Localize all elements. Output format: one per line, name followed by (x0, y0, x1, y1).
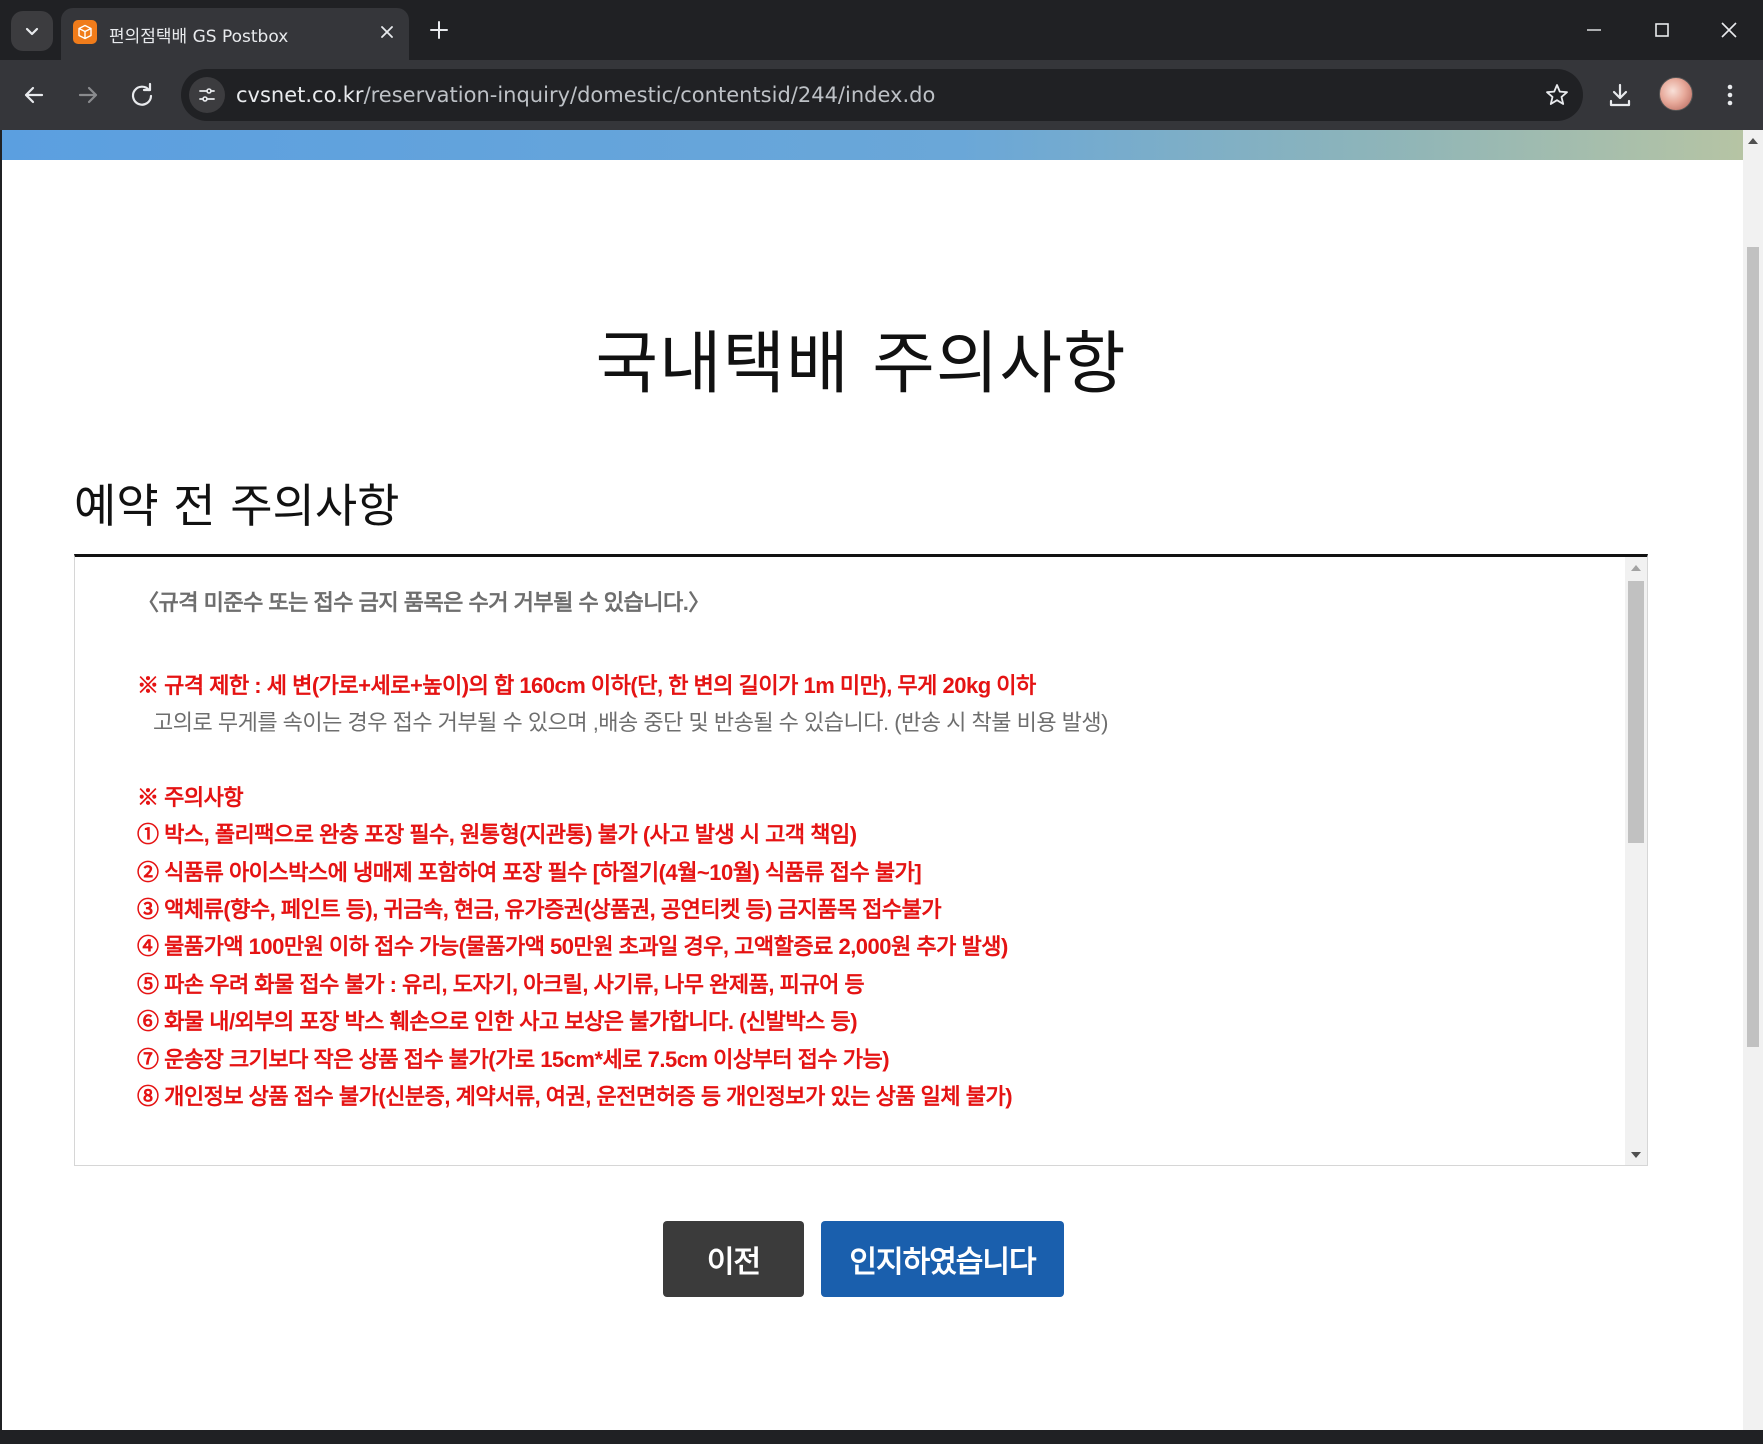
scroll-up-arrow-icon[interactable] (1631, 565, 1641, 571)
notice-scrollbar[interactable] (1625, 557, 1647, 1165)
page-scrollbar-thumb[interactable] (1747, 247, 1759, 1047)
minimize-icon (1587, 29, 1601, 31)
maximize-icon (1655, 23, 1669, 37)
notice-scroll-box[interactable]: 〈규격 미준수 또는 접수 금지 품목은 수거 거부될 수 있습니다.〉 ※ 규… (74, 554, 1648, 1166)
site-info-button[interactable] (189, 77, 225, 113)
kebab-menu-icon (1727, 84, 1733, 106)
downloads-button[interactable] (1602, 77, 1638, 113)
profile-avatar[interactable] (1659, 77, 1693, 111)
caution-item: ⑦ 운송장 크기보다 작은 상품 접수 불가(가로 15cm*세로 7.5cm … (137, 1047, 890, 1072)
acknowledge-button[interactable]: 인지하였습니다 (821, 1221, 1064, 1297)
caution-item: ⑤ 파손 우려 화물 접수 불가 : 유리, 도자기, 아크릴, 사기류, 나무… (137, 972, 865, 997)
cautions-heading: ※ 주의사항 (137, 785, 244, 810)
caution-item: ④ 물품가액 100만원 이하 접수 가능(물품가액 50만원 초과일 경우, … (137, 934, 1008, 959)
arrow-right-icon (78, 86, 98, 104)
download-icon (1609, 83, 1631, 107)
section-title: 예약 전 주의사항 (74, 479, 400, 533)
size-limit-text: ※ 규격 제한 : 세 변(가로+세로+높이)의 합 160cm 이하(단, 한… (137, 673, 1036, 698)
caution-item: ① 박스, 폴리팩으로 완충 포장 필수, 원통형(지관통) 불가 (사고 발생… (137, 822, 857, 847)
browser-tab[interactable]: 편의점택배 GS Postbox (61, 8, 409, 60)
close-icon (1721, 22, 1737, 38)
caution-item: ② 식품류 아이스박스에 냉매제 포함하여 포장 필수 [하절기(4월~10월)… (137, 860, 922, 885)
notice-intro: 〈규격 미준수 또는 접수 금지 품목은 수거 거부될 수 있습니다.〉 (137, 590, 710, 615)
notice-scrollbar-thumb[interactable] (1628, 581, 1644, 843)
caution-item: ⑧ 개인정보 상품 접수 불가(신분증, 계약서류, 여권, 운전면허증 등 개… (137, 1084, 1013, 1109)
url-host: cvsnet.co.kr (236, 83, 364, 107)
window-bottom-border (0, 1430, 1763, 1444)
caution-item: ③ 액체류(향수, 페인트 등), 귀금속, 현금, 유가증권(상품권, 공연티… (137, 897, 942, 922)
size-limit-note: 고의로 무게를 속이는 경우 접수 거부될 수 있으며 ,배송 중단 및 반송될… (153, 710, 1108, 735)
menu-button[interactable] (1712, 77, 1748, 113)
browser-toolbar: cvsnet.co.kr/reservation-inquiry/domesti… (0, 60, 1763, 130)
prev-button[interactable]: 이전 (663, 1221, 804, 1297)
plus-icon (430, 21, 448, 39)
star-icon (1546, 84, 1568, 105)
new-tab-button[interactable] (423, 14, 455, 46)
scroll-down-arrow-icon[interactable] (1631, 1152, 1641, 1158)
tab-title: 편의점택배 GS Postbox (109, 27, 289, 47)
caution-item: ⑥ 화물 내/외부의 포장 박스 훼손으로 인한 사고 보상은 불가합니다. (… (137, 1009, 858, 1034)
page-viewport: 국내택배 주의사항 예약 전 주의사항 〈규격 미준수 또는 접수 금지 품목은… (2, 130, 1743, 1430)
address-bar[interactable]: cvsnet.co.kr/reservation-inquiry/domesti… (181, 69, 1583, 121)
minimize-button[interactable] (1560, 0, 1628, 60)
close-icon (381, 26, 393, 38)
forward-button[interactable] (70, 77, 106, 113)
bookmark-button[interactable] (1543, 81, 1571, 109)
reload-icon (131, 82, 153, 106)
tune-icon (199, 88, 215, 102)
arrow-left-icon (24, 86, 44, 104)
reload-button[interactable] (124, 77, 160, 113)
close-window-button[interactable] (1695, 0, 1763, 60)
header-banner-strip (2, 130, 1743, 160)
tab-close-button[interactable] (375, 20, 399, 44)
url-path: /reservation-inquiry/domestic/contentsid… (363, 83, 936, 107)
tab-strip: 편의점택배 GS Postbox (0, 0, 1763, 60)
chevron-down-icon (25, 27, 39, 36)
page-scrollbar[interactable] (1743, 130, 1763, 1430)
url-text[interactable]: cvsnet.co.kr/reservation-inquiry/domesti… (236, 83, 935, 107)
page-title: 국내택배 주의사항 (595, 325, 1127, 404)
package-icon (73, 20, 97, 44)
maximize-button[interactable] (1628, 0, 1696, 60)
back-button[interactable] (16, 77, 52, 113)
scroll-up-arrow-icon[interactable] (1748, 138, 1758, 144)
tab-search-button[interactable] (11, 11, 53, 51)
